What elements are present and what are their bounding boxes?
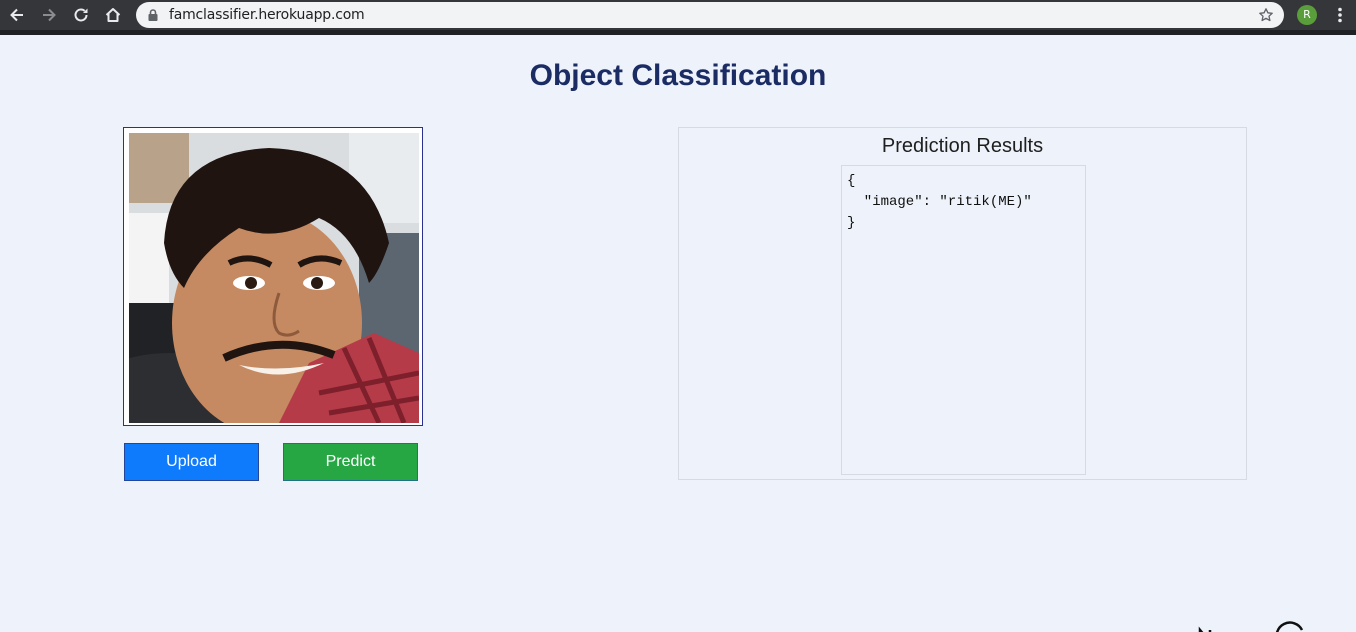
star-icon[interactable] bbox=[1258, 7, 1274, 23]
profile-avatar[interactable]: R bbox=[1297, 5, 1317, 25]
kebab-menu-icon[interactable] bbox=[1330, 5, 1350, 25]
uploaded-photo bbox=[129, 133, 419, 423]
browser-toolbar: famclassifier.herokuapp.com R bbox=[0, 0, 1356, 35]
json-line: "image": "ritik(ME)" bbox=[847, 194, 1032, 210]
json-output[interactable]: { "image": "ritik(ME)" } bbox=[841, 165, 1086, 475]
json-line: { bbox=[847, 173, 856, 189]
arrow-right-icon[interactable] bbox=[39, 5, 59, 25]
prediction-results-panel: Prediction Results { "image": "ritik(ME)… bbox=[678, 127, 1247, 480]
cut-off-logo bbox=[1196, 614, 1316, 632]
lock-icon bbox=[146, 8, 160, 22]
upload-button[interactable]: Upload bbox=[124, 443, 259, 481]
results-title: Prediction Results bbox=[881, 135, 1044, 157]
url-text[interactable]: famclassifier.herokuapp.com bbox=[169, 7, 365, 23]
predict-button[interactable]: Predict bbox=[283, 443, 418, 481]
image-preview-frame bbox=[123, 127, 423, 426]
address-bar[interactable]: famclassifier.herokuapp.com bbox=[136, 2, 1284, 28]
arrow-left-icon[interactable] bbox=[7, 5, 27, 25]
reload-icon[interactable] bbox=[71, 5, 91, 25]
home-icon[interactable] bbox=[103, 5, 123, 25]
page-title: Object Classification bbox=[529, 59, 827, 92]
json-line: } bbox=[847, 215, 856, 231]
